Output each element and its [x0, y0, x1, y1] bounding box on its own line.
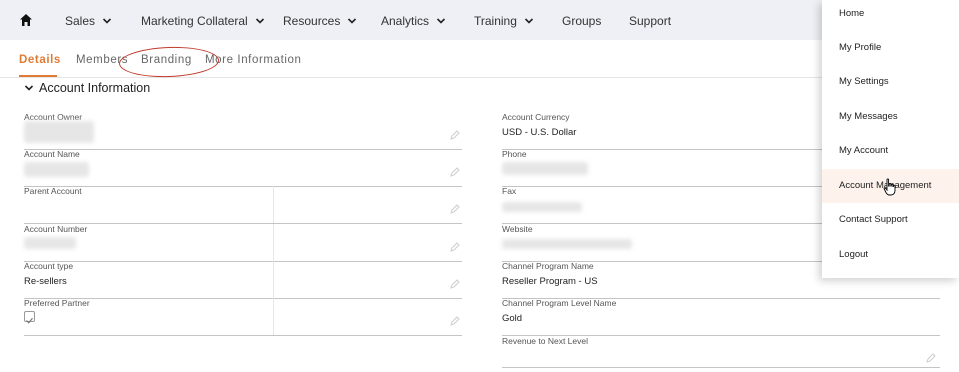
edit-icon[interactable]	[450, 242, 460, 252]
redacted-value	[24, 162, 89, 177]
column-divider	[273, 261, 274, 298]
nav-resources-label: Resources	[283, 14, 341, 28]
edit-icon[interactable]	[450, 316, 460, 326]
chevron-down-icon	[524, 18, 533, 24]
tab-more-information[interactable]: More Information	[205, 54, 302, 66]
menu-item-my-account[interactable]: My Account	[822, 134, 959, 168]
nav-groups-label: Groups	[562, 14, 602, 28]
edit-icon[interactable]	[450, 167, 460, 177]
field-revenue-to-next-level[interactable]: Revenue to Next Level	[502, 336, 940, 368]
field-label: Channel Program Name	[502, 261, 594, 271]
home-icon[interactable]	[19, 13, 33, 27]
chevron-down-icon	[24, 85, 34, 91]
nav-marketing-collateral[interactable]: Marketing Collateral	[141, 0, 265, 40]
menu-item-my-settings[interactable]: My Settings	[822, 65, 959, 99]
menu-item-my-messages[interactable]: My Messages	[822, 100, 959, 134]
field-account-number[interactable]: Account Number	[24, 224, 462, 262]
tabs-divider	[0, 77, 959, 78]
column-divider	[273, 298, 274, 335]
field-value: Gold	[502, 313, 523, 324]
field-value: Re-sellers	[24, 276, 67, 287]
field-label: Revenue to Next Level	[502, 336, 588, 346]
nav-groups[interactable]: Groups	[562, 0, 601, 40]
nav-analytics-label: Analytics	[381, 14, 430, 28]
top-navigation: Sales Marketing Collateral Resources Ana…	[0, 0, 959, 40]
redacted-value	[24, 121, 94, 143]
field-value: Reseller Program - US	[502, 276, 598, 287]
edit-icon[interactable]	[450, 130, 460, 140]
chevron-down-icon	[255, 18, 264, 24]
nav-analytics[interactable]: Analytics	[381, 0, 446, 40]
tab-details[interactable]: Details	[19, 54, 61, 66]
nav-training[interactable]: Training	[474, 0, 534, 40]
redacted-value	[502, 239, 632, 249]
user-menu: Home My Profile My Settings My Messages …	[822, 0, 959, 278]
field-label: Phone	[502, 149, 527, 159]
nav-support[interactable]: Support	[629, 0, 671, 40]
menu-item-logout[interactable]: Logout	[822, 238, 959, 272]
field-account-owner[interactable]: Account Owner	[24, 112, 462, 150]
preferred-partner-checkbox[interactable]	[24, 311, 35, 324]
nav-resources[interactable]: Resources	[283, 0, 357, 40]
field-parent-account[interactable]: Parent Account	[24, 186, 462, 224]
field-account-type[interactable]: Account type Re-sellers	[24, 261, 462, 299]
field-label: Parent Account	[24, 186, 82, 196]
redacted-value	[24, 237, 76, 249]
edit-icon[interactable]	[450, 279, 460, 289]
field-label: Channel Program Level Name	[502, 298, 617, 308]
chevron-down-icon	[348, 18, 357, 24]
field-preferred-partner[interactable]: Preferred Partner	[24, 298, 462, 336]
nav-training-label: Training	[474, 14, 517, 28]
menu-item-contact-support[interactable]: Contact Support	[822, 203, 959, 237]
hand-cursor-icon	[883, 178, 896, 196]
redacted-value	[502, 162, 588, 175]
chevron-down-icon	[102, 18, 112, 24]
checkmark-icon	[26, 317, 33, 324]
section-title: Account Information	[39, 81, 151, 95]
field-label: Account Currency	[502, 112, 570, 122]
menu-item-home[interactable]: Home	[822, 0, 959, 31]
field-label: Preferred Partner	[24, 298, 90, 308]
edit-icon[interactable]	[926, 353, 936, 363]
column-divider	[273, 224, 274, 261]
section-account-information[interactable]: Account Information	[24, 81, 150, 97]
nav-sales[interactable]: Sales	[65, 0, 112, 40]
field-label: Fax	[502, 186, 517, 196]
nav-sales-label: Sales	[65, 14, 96, 28]
chevron-down-icon	[436, 18, 446, 24]
field-channel-program-level-name[interactable]: Channel Program Level Name Gold	[502, 298, 940, 336]
redacted-value	[502, 202, 582, 212]
edit-icon[interactable]	[450, 204, 460, 214]
menu-item-my-profile[interactable]: My Profile	[822, 31, 959, 65]
nav-marketing-collateral-label: Marketing Collateral	[141, 14, 248, 28]
field-label: Account Number	[24, 224, 88, 234]
field-label: Account Name	[24, 149, 80, 159]
nav-support-label: Support	[629, 14, 672, 28]
field-value: USD - U.S. Dollar	[502, 127, 577, 138]
field-account-name[interactable]: Account Name	[24, 149, 462, 187]
field-label: Website	[502, 224, 533, 234]
field-label: Account type	[24, 261, 74, 271]
column-divider	[273, 186, 274, 223]
